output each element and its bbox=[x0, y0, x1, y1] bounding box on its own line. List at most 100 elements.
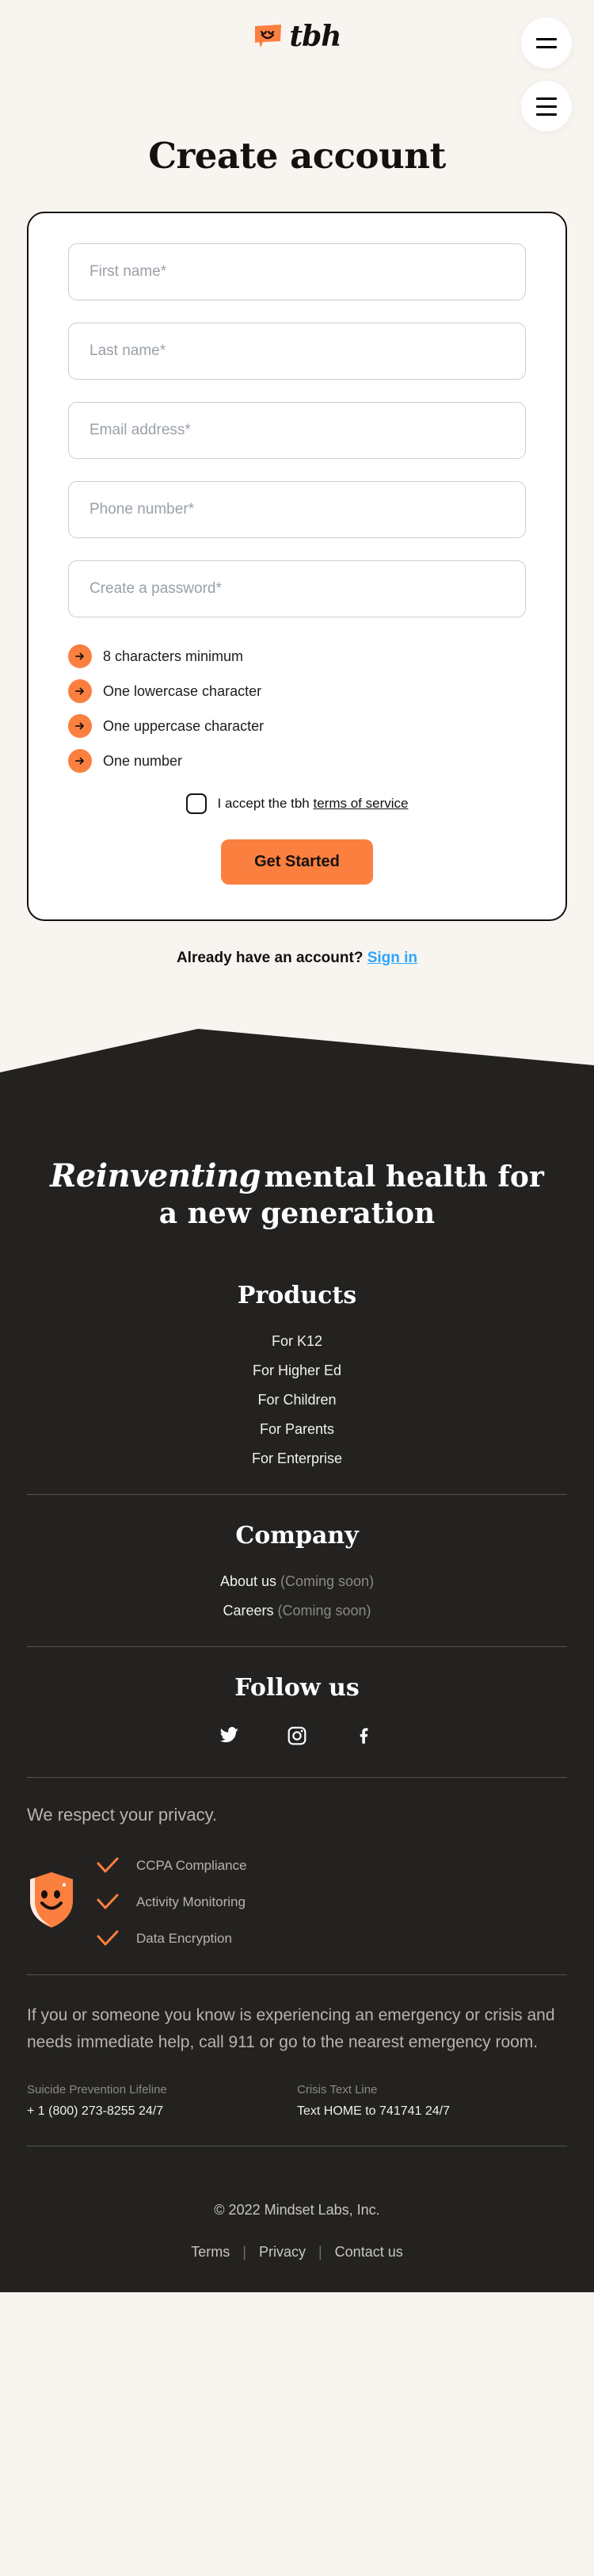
accept-terms-text: I accept the tbh bbox=[217, 796, 314, 811]
footer-hero-line2: a new generation bbox=[158, 1197, 436, 1231]
privacy-check-label: Activity Monitoring bbox=[136, 1894, 246, 1909]
footer-link-about-us[interactable]: About us (Coming soon) bbox=[27, 1573, 567, 1590]
footer-privacy-section: We respect your privacy. CCPA Compliance… bbox=[27, 1805, 567, 1947]
accept-terms-label: I accept the tbh terms of service bbox=[218, 796, 409, 812]
hamburger-bar bbox=[536, 45, 557, 48]
page-title: Create account bbox=[148, 135, 446, 177]
shield-smiley-icon bbox=[27, 1871, 76, 1933]
privacy-heading: We respect your privacy. bbox=[27, 1804, 218, 1825]
footer-link-separator: | bbox=[318, 2243, 322, 2260]
footer-divider bbox=[27, 1974, 567, 1975]
site-footer: Reinventing mental health for a new gene… bbox=[0, 1085, 594, 2292]
facebook-icon[interactable] bbox=[355, 1726, 375, 1750]
password-requirement-item: 8 characters minimum bbox=[68, 644, 526, 668]
hotline-value[interactable]: + 1 (800) 273-8255 24/7 bbox=[27, 2104, 297, 2119]
hamburger-bar bbox=[536, 37, 557, 40]
hamburger-menu-button-primary[interactable] bbox=[521, 17, 572, 68]
footer-link-careers[interactable]: Careers (Coming soon) bbox=[27, 1603, 567, 1619]
emergency-notice: If you or someone you know is experienci… bbox=[27, 2005, 555, 2051]
arrow-right-circle-icon bbox=[68, 749, 92, 773]
twitter-icon[interactable] bbox=[219, 1726, 239, 1750]
footer-hero: Reinventing mental health for a new gene… bbox=[27, 1117, 567, 1282]
password-requirement-item: One number bbox=[68, 749, 526, 773]
arrow-right-circle-icon bbox=[68, 679, 92, 703]
footer-angle-divider bbox=[0, 1029, 594, 1086]
footer-divider bbox=[27, 1776, 567, 1778]
already-have-account: Already have an account? Sign in bbox=[0, 950, 594, 967]
footer-link-privacy[interactable]: Privacy bbox=[259, 2244, 306, 2261]
privacy-check-label: Data Encryption bbox=[136, 1930, 232, 1946]
arrow-right-circle-icon bbox=[68, 714, 92, 738]
signup-form-card: 8 characters minimum One lowercase chara… bbox=[27, 212, 567, 921]
arrow-right-circle-icon bbox=[68, 644, 92, 668]
footer-link-contact-us[interactable]: Contact us bbox=[335, 2244, 403, 2261]
footer-link-about-us-label: About us bbox=[219, 1573, 276, 1589]
footer-wrapper: Reinventing mental health for a new gene… bbox=[0, 1029, 594, 2292]
submit-row: Get Started bbox=[68, 839, 526, 885]
privacy-checklist: CCPA Compliance Activity Monitoring Data… bbox=[97, 1857, 247, 1947]
site-header: tbh bbox=[0, 0, 594, 132]
password-requirements-list: 8 characters minimum One lowercase chara… bbox=[68, 644, 526, 773]
footer-bottom: © 2022 Mindset Labs, Inc. Terms | Privac… bbox=[27, 2173, 567, 2292]
already-have-account-text: Already have an account? bbox=[176, 950, 364, 966]
checkmark-icon bbox=[97, 1894, 119, 1909]
copyright-text: © 2022 Mindset Labs, Inc. bbox=[214, 2201, 380, 2218]
password-requirement-label: One uppercase character bbox=[103, 717, 265, 734]
instagram-icon[interactable] bbox=[287, 1726, 307, 1750]
first-name-input[interactable] bbox=[68, 243, 526, 300]
footer-link-terms[interactable]: Terms bbox=[191, 2244, 230, 2261]
footer-link-for-children[interactable]: For Children bbox=[27, 1392, 567, 1408]
password-requirement-item: One uppercase character bbox=[68, 714, 526, 738]
footer-link-for-enterprise[interactable]: For Enterprise bbox=[27, 1450, 567, 1467]
footer-hero-script-word: Reinventing bbox=[50, 1157, 261, 1194]
footer-link-careers-note: (Coming soon) bbox=[277, 1602, 371, 1619]
hotline-name: Crisis Text Line bbox=[297, 2082, 378, 2096]
privacy-check-item: Data Encryption bbox=[97, 1930, 247, 1947]
last-name-input[interactable] bbox=[68, 323, 526, 380]
smiley-speech-bubble-icon bbox=[253, 24, 284, 49]
footer-divider bbox=[27, 1645, 567, 1647]
logo-wordmark: tbh bbox=[289, 20, 342, 53]
email-input[interactable] bbox=[68, 402, 526, 459]
hamburger-menu-button-secondary[interactable] bbox=[521, 81, 572, 132]
terms-acceptance-row: I accept the tbh terms of service bbox=[68, 793, 526, 814]
privacy-badges-row: CCPA Compliance Activity Monitoring Data… bbox=[27, 1857, 567, 1947]
footer-divider bbox=[27, 1493, 567, 1495]
terms-of-service-link[interactable]: terms of service bbox=[313, 796, 408, 811]
privacy-check-label: CCPA Compliance bbox=[136, 1857, 247, 1873]
social-links bbox=[27, 1726, 567, 1750]
footer-products-title: Products bbox=[237, 1281, 357, 1309]
sign-in-link[interactable]: Sign in bbox=[367, 950, 417, 966]
footer-link-for-k12[interactable]: For K12 bbox=[27, 1333, 567, 1350]
footer-link-careers-label: Careers bbox=[223, 1602, 274, 1619]
password-requirement-label: 8 characters minimum bbox=[103, 648, 244, 664]
phone-input[interactable] bbox=[68, 481, 526, 538]
signup-page: tbh Create account 8 characters minimum bbox=[0, 0, 594, 2576]
privacy-check-item: CCPA Compliance bbox=[97, 1857, 247, 1875]
footer-link-for-higher-ed[interactable]: For Higher Ed bbox=[27, 1363, 567, 1379]
hamburger-bar bbox=[536, 97, 557, 100]
crisis-hotlines: Suicide Prevention Lifeline + 1 (800) 27… bbox=[27, 2083, 567, 2119]
password-requirement-label: One lowercase character bbox=[103, 682, 262, 699]
footer-follow-title: Follow us bbox=[234, 1673, 360, 1702]
password-requirement-item: One lowercase character bbox=[68, 679, 526, 703]
hamburger-bar bbox=[536, 113, 557, 116]
accept-terms-checkbox[interactable] bbox=[185, 793, 207, 814]
privacy-check-item: Activity Monitoring bbox=[97, 1894, 247, 1911]
hamburger-bar bbox=[536, 105, 557, 108]
footer-products-section: Products For K12 For Higher Ed For Child… bbox=[27, 1282, 567, 1467]
tbh-logo[interactable]: tbh bbox=[253, 22, 341, 51]
footer-hero-line1: mental health for bbox=[264, 1160, 544, 1194]
checkmark-icon bbox=[97, 1857, 119, 1873]
footer-link-for-parents[interactable]: For Parents bbox=[27, 1421, 567, 1438]
hotline-name: Suicide Prevention Lifeline bbox=[27, 2082, 167, 2096]
footer-link-about-us-note: (Coming soon) bbox=[280, 1573, 375, 1589]
footer-bottom-links: Terms | Privacy | Contact us bbox=[27, 2244, 567, 2261]
hotline-suicide-prevention: Suicide Prevention Lifeline + 1 (800) 27… bbox=[27, 2083, 297, 2119]
hotline-value[interactable]: Text HOME to 741741 24/7 bbox=[297, 2104, 567, 2119]
hotline-crisis-text-line: Crisis Text Line Text HOME to 741741 24/… bbox=[297, 2083, 567, 2119]
footer-company-section: Company About us (Coming soon) Careers (… bbox=[27, 1522, 567, 1619]
password-input[interactable] bbox=[68, 560, 526, 617]
password-requirement-label: One number bbox=[103, 752, 183, 769]
get-started-button[interactable]: Get Started bbox=[221, 839, 373, 885]
